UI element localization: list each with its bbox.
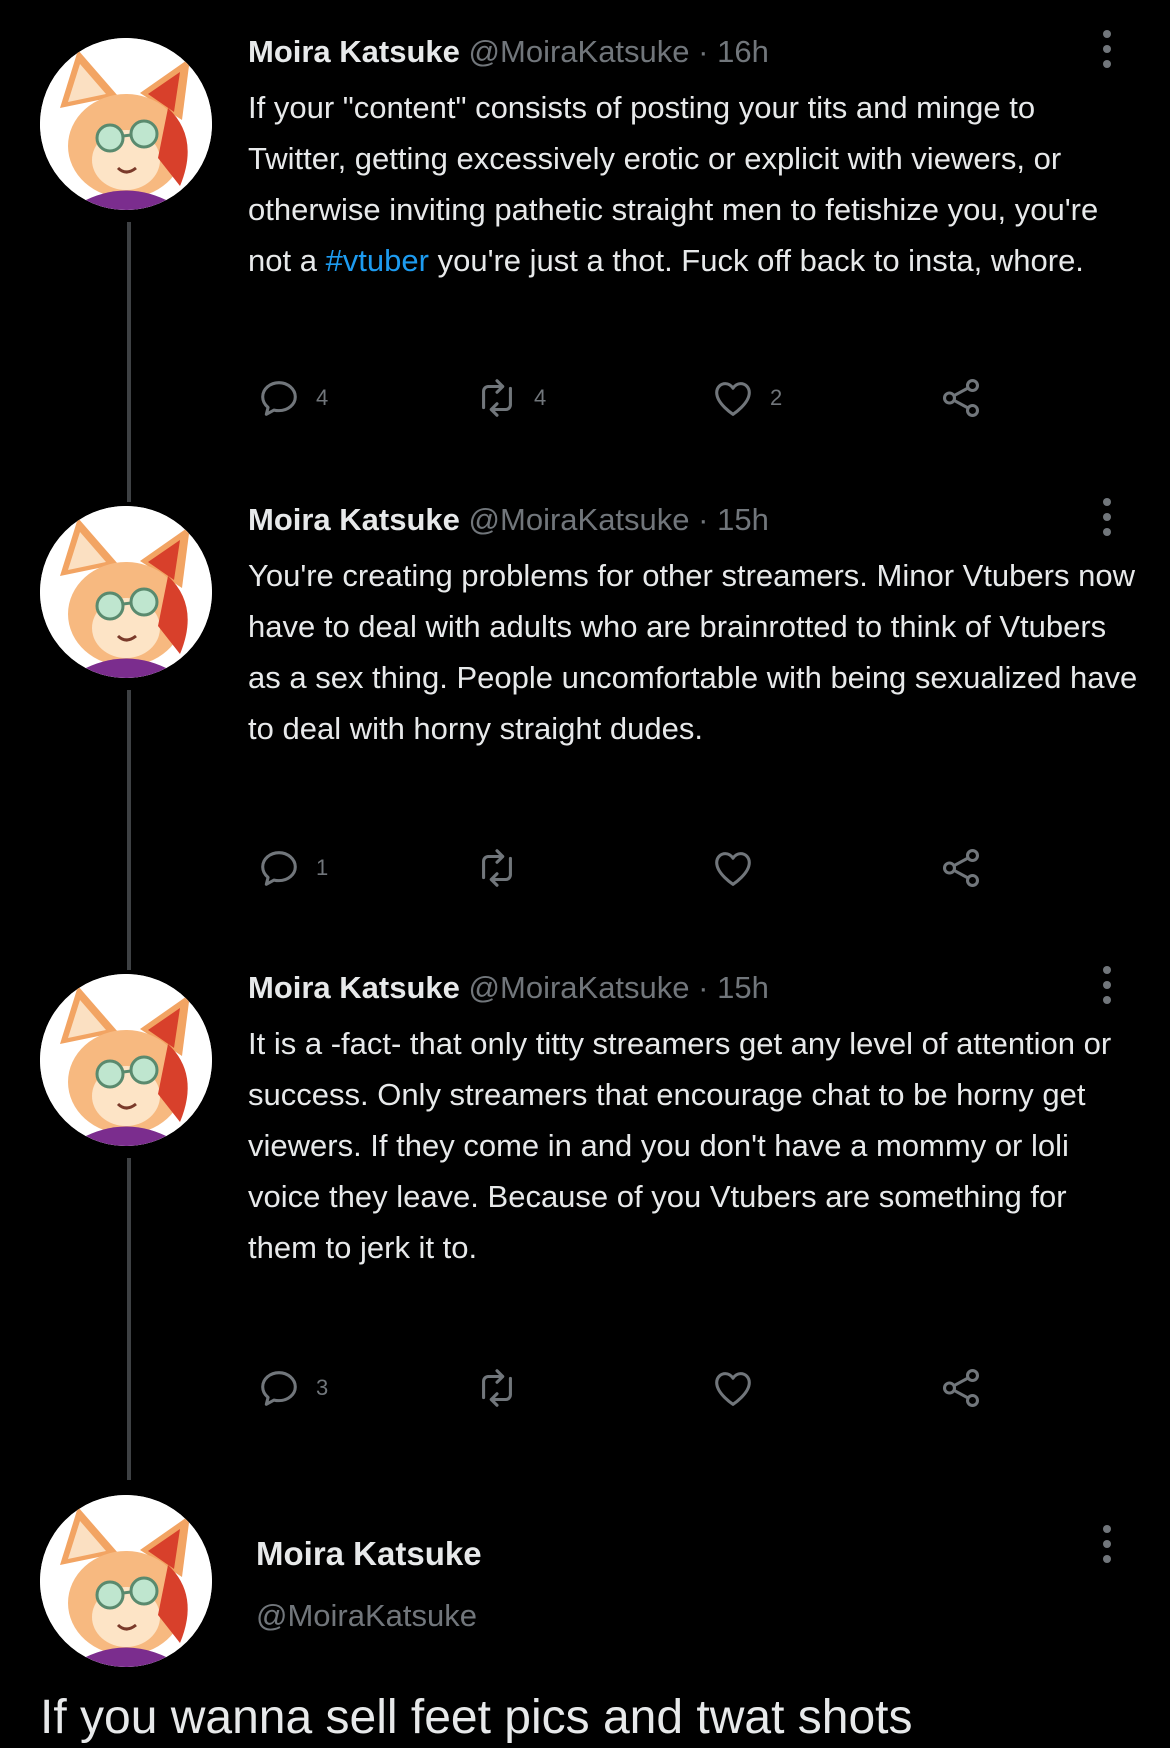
share-icon xyxy=(938,1365,984,1411)
tweet-header: Moira Katsuke @MoiraKatsuke · 15h xyxy=(248,970,769,1006)
avatar[interactable] xyxy=(40,974,212,1146)
user-handle[interactable]: @MoiraKatsuke xyxy=(469,34,690,69)
more-options-icon[interactable] xyxy=(1102,966,1112,1004)
reply-count: 4 xyxy=(316,385,329,410)
more-options-icon[interactable] xyxy=(1102,1525,1112,1563)
display-name[interactable]: Moira Katsuke xyxy=(248,502,460,537)
heart-icon xyxy=(710,1365,756,1411)
retweet-icon xyxy=(474,375,520,421)
timestamp[interactable]: 15h xyxy=(717,970,769,1005)
user-handle[interactable]: @MoiraKatsuke xyxy=(469,970,690,1005)
share-button[interactable] xyxy=(938,1365,984,1411)
reply-count: 3 xyxy=(316,1375,329,1400)
tweet-text: If your "content" consists of posting yo… xyxy=(248,82,1138,286)
tweet-header: Moira Katsuke @MoiraKatsuke · 15h xyxy=(248,502,769,538)
thread-line xyxy=(127,690,131,970)
more-options-icon[interactable] xyxy=(1102,498,1112,536)
reply-icon xyxy=(256,375,302,421)
retweet-count: 4 xyxy=(534,385,547,410)
user-handle[interactable]: @MoiraKatsuke xyxy=(469,502,690,537)
reply-button[interactable]: 3 xyxy=(256,1365,328,1411)
heart-icon xyxy=(710,375,756,421)
like-button[interactable]: 2 xyxy=(710,375,782,421)
share-button[interactable] xyxy=(938,845,984,891)
thread-line xyxy=(127,222,131,502)
tweet-header: Moira Katsuke @MoiraKatsuke · 16h xyxy=(248,34,769,70)
tweet-text: It is a -fact- that only titty streamers… xyxy=(248,1026,1112,1265)
retweet-button[interactable] xyxy=(474,845,534,891)
avatar[interactable] xyxy=(40,1495,212,1667)
display-name[interactable]: Moira Katsuke xyxy=(256,1535,482,1573)
retweet-icon xyxy=(474,845,520,891)
reply-button[interactable]: 1 xyxy=(256,845,328,891)
display-name[interactable]: Moira Katsuke xyxy=(248,970,460,1005)
thread-line xyxy=(127,1158,131,1480)
separator: · xyxy=(698,34,709,69)
avatar[interactable] xyxy=(40,506,212,678)
tweet-actions: 1 xyxy=(256,845,996,895)
tweet-header: Moira Katsuke @MoiraKatsuke xyxy=(256,1535,482,1634)
tweet-actions: 3 xyxy=(256,1365,996,1415)
heart-icon xyxy=(710,845,756,891)
tweet-text: You're creating problems for other strea… xyxy=(248,558,1138,746)
share-button[interactable] xyxy=(938,375,984,421)
like-button[interactable] xyxy=(710,1365,770,1411)
display-name[interactable]: Moira Katsuke xyxy=(248,34,460,69)
retweet-icon xyxy=(474,1365,520,1411)
tweet-text-part: you're just a thot. Fuck off back to ins… xyxy=(428,243,1084,278)
like-button[interactable] xyxy=(710,845,770,891)
more-options-icon[interactable] xyxy=(1102,30,1112,68)
tweet-actions: 4 4 2 xyxy=(256,375,996,425)
retweet-button[interactable]: 4 xyxy=(474,375,546,421)
share-icon xyxy=(938,375,984,421)
timestamp[interactable]: 16h xyxy=(717,34,769,69)
share-icon xyxy=(938,845,984,891)
reply-icon xyxy=(256,1365,302,1411)
retweet-button[interactable] xyxy=(474,1365,534,1411)
like-count: 2 xyxy=(770,385,783,410)
separator: · xyxy=(698,970,709,1005)
reply-icon xyxy=(256,845,302,891)
avatar[interactable] xyxy=(40,38,212,210)
reply-button[interactable]: 4 xyxy=(256,375,328,421)
reply-count: 1 xyxy=(316,855,329,880)
tweet-text: If you wanna sell feet pics and twat sho… xyxy=(40,1691,913,1744)
separator: · xyxy=(698,502,709,537)
timestamp[interactable]: 15h xyxy=(717,502,769,537)
user-handle[interactable]: @MoiraKatsuke xyxy=(256,1598,482,1634)
hashtag-link[interactable]: #vtuber xyxy=(326,243,429,278)
